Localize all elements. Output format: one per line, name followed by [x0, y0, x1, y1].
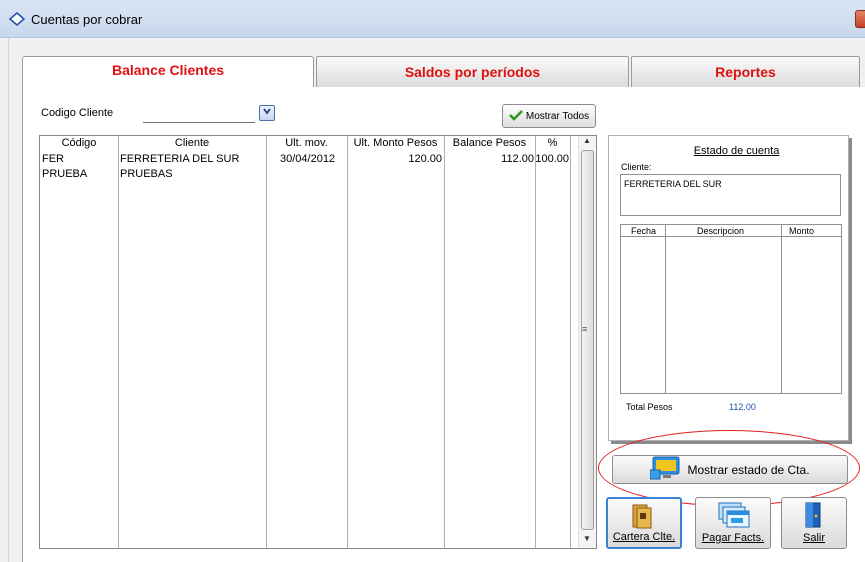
scroll-grip-icon: ≡	[582, 324, 588, 334]
estado-col-descripcion: Descripcion	[697, 226, 745, 236]
cell-balance: 112.00	[501, 153, 534, 165]
estado-movimientos-table: Fecha Descripcion Monto	[620, 224, 842, 394]
pagar-facts-label: Pagar Facts.	[701, 532, 765, 544]
col-header-ult-monto[interactable]: Ult. Monto Pesos	[347, 136, 444, 151]
column-divider	[781, 225, 782, 393]
col-header-codigo[interactable]: Código	[40, 136, 118, 151]
estado-de-cuenta-panel: Estado de cuenta Cliente: FERRETERIA DEL…	[608, 135, 849, 441]
window-title: Cuentas por cobrar	[31, 12, 143, 27]
cell-codigo: FER	[42, 153, 64, 165]
balance-grid[interactable]: Código Cliente Ult. mov. Ult. Monto Peso…	[39, 135, 597, 549]
cell-percent: 100.00	[535, 153, 569, 165]
scroll-up-icon[interactable]: ▲	[583, 136, 591, 145]
cell-ult-monto: 120.00	[408, 153, 442, 165]
scroll-thumb[interactable]	[581, 150, 594, 530]
mostrar-estado-button[interactable]: Mostrar estado de Cta.	[612, 455, 848, 484]
col-header-balance[interactable]: Balance Pesos	[444, 136, 535, 151]
mostrar-todos-label: Mostrar Todos	[525, 110, 590, 122]
cell-ult-mov: 30/04/2012	[280, 153, 336, 165]
dropdown-chevron-icon[interactable]	[259, 105, 275, 121]
mostrar-todos-button[interactable]: Mostrar Todos	[502, 104, 596, 128]
column-divider	[535, 136, 536, 548]
col-header-percent[interactable]: %	[535, 136, 570, 151]
estado-col-fecha: Fecha	[631, 226, 657, 236]
cartera-clte-label: Cartera Clte.	[612, 531, 676, 543]
table-row[interactable]: PRUEBA PRUEBAS	[40, 167, 578, 181]
estado-col-monto: Monto	[789, 226, 815, 236]
cell-cliente: FERRETERIA DEL SUR	[120, 153, 240, 165]
tab-saldos-por-periodos[interactable]: Saldos por períodos	[316, 56, 629, 88]
pagar-facts-button[interactable]: Pagar Facts.	[695, 497, 771, 549]
estado-table-header: Fecha Descripcion Monto	[621, 225, 841, 237]
tab-balance-clientes[interactable]: Balance Clientes	[22, 56, 314, 88]
grid-header: Código Cliente Ult. mov. Ult. Monto Peso…	[40, 136, 578, 151]
estado-title: Estado de cuenta	[693, 145, 780, 157]
column-divider	[665, 225, 666, 393]
column-divider	[118, 136, 119, 548]
column-divider	[570, 136, 571, 548]
title-bar: Cuentas por cobrar	[0, 0, 865, 38]
cartera-clte-button[interactable]: Cartera Clte.	[606, 497, 682, 549]
folder-icon	[608, 502, 680, 530]
salir-label: Salir	[802, 532, 825, 544]
estado-cliente-label: Cliente:	[621, 162, 652, 172]
grid-scrollbar[interactable]: ▲ ≡ ▼	[578, 136, 596, 548]
salir-button[interactable]: Salir	[781, 497, 847, 549]
table-row[interactable]: FER FERRETERIA DEL SUR 30/04/2012 120.00…	[40, 152, 578, 166]
mostrar-estado-label: Mostrar estado de Cta.	[687, 462, 810, 477]
total-pesos-label: Total Pesos	[626, 402, 673, 412]
codigo-cliente-input[interactable]	[143, 105, 255, 123]
col-header-cliente[interactable]: Cliente	[118, 136, 266, 151]
column-divider	[266, 136, 267, 548]
door-exit-icon	[782, 501, 846, 529]
windows-stack-icon	[696, 501, 770, 529]
checkmark-icon	[508, 109, 523, 124]
total-pesos-value: 112.00	[729, 402, 756, 412]
monitor-icon	[649, 456, 684, 483]
close-icon[interactable]	[855, 10, 865, 28]
app-diamond-icon	[8, 12, 26, 29]
codigo-cliente-label: Codigo Cliente	[41, 107, 114, 119]
cell-cliente: PRUEBAS	[120, 168, 173, 180]
window-border	[0, 38, 9, 562]
tab-reportes[interactable]: Reportes	[631, 56, 860, 88]
cell-codigo: PRUEBA	[42, 168, 88, 180]
column-divider	[347, 136, 348, 548]
column-divider	[444, 136, 445, 548]
estado-cliente-value: FERRETERIA DEL SUR	[620, 174, 841, 216]
scroll-down-icon[interactable]: ▼	[583, 534, 591, 543]
col-header-ult-mov[interactable]: Ult. mov.	[266, 136, 347, 151]
